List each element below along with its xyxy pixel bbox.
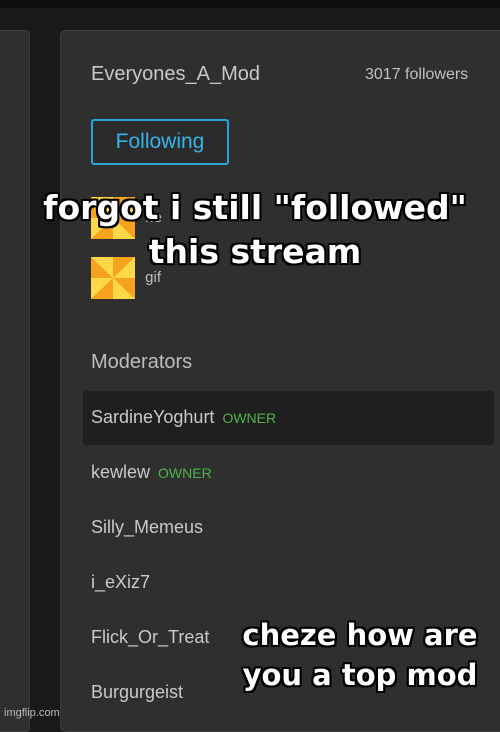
moderator-name[interactable]: Burgurgeist bbox=[91, 682, 183, 702]
moderator-row[interactable]: Silly_Memeus bbox=[83, 501, 494, 555]
moderator-row[interactable]: SardineYoghurt OWNER bbox=[83, 391, 494, 445]
owner-badge: OWNER bbox=[158, 465, 212, 481]
moderator-row[interactable]: i_eXiz7 bbox=[83, 556, 494, 610]
meme-caption-bottom: cheze how are you a top mod bbox=[242, 618, 478, 692]
top-bar bbox=[0, 0, 500, 8]
imgflip-watermark: imgflip.com bbox=[4, 707, 60, 719]
moderator-row[interactable]: kewlew OWNER bbox=[83, 446, 494, 500]
moderator-name[interactable]: SardineYoghurt bbox=[91, 407, 214, 427]
moderators-title: Moderators bbox=[91, 351, 193, 373]
moderator-name[interactable]: i_eXiz7 bbox=[91, 572, 150, 592]
follower-count: 3017 followers bbox=[365, 66, 469, 83]
following-button[interactable]: Following bbox=[91, 119, 229, 165]
moderator-name[interactable]: Silly_Memeus bbox=[91, 517, 203, 537]
meme-caption-top: forgot i still "followed" this stream bbox=[43, 188, 467, 271]
moderator-name[interactable]: kewlew bbox=[91, 462, 150, 482]
moderator-name[interactable]: Flick_Or_Treat bbox=[91, 627, 209, 647]
owner-badge: OWNER bbox=[222, 410, 277, 426]
left-sidebar-panel bbox=[0, 30, 30, 732]
stream-name[interactable]: Everyones_A_Mod bbox=[91, 63, 260, 86]
